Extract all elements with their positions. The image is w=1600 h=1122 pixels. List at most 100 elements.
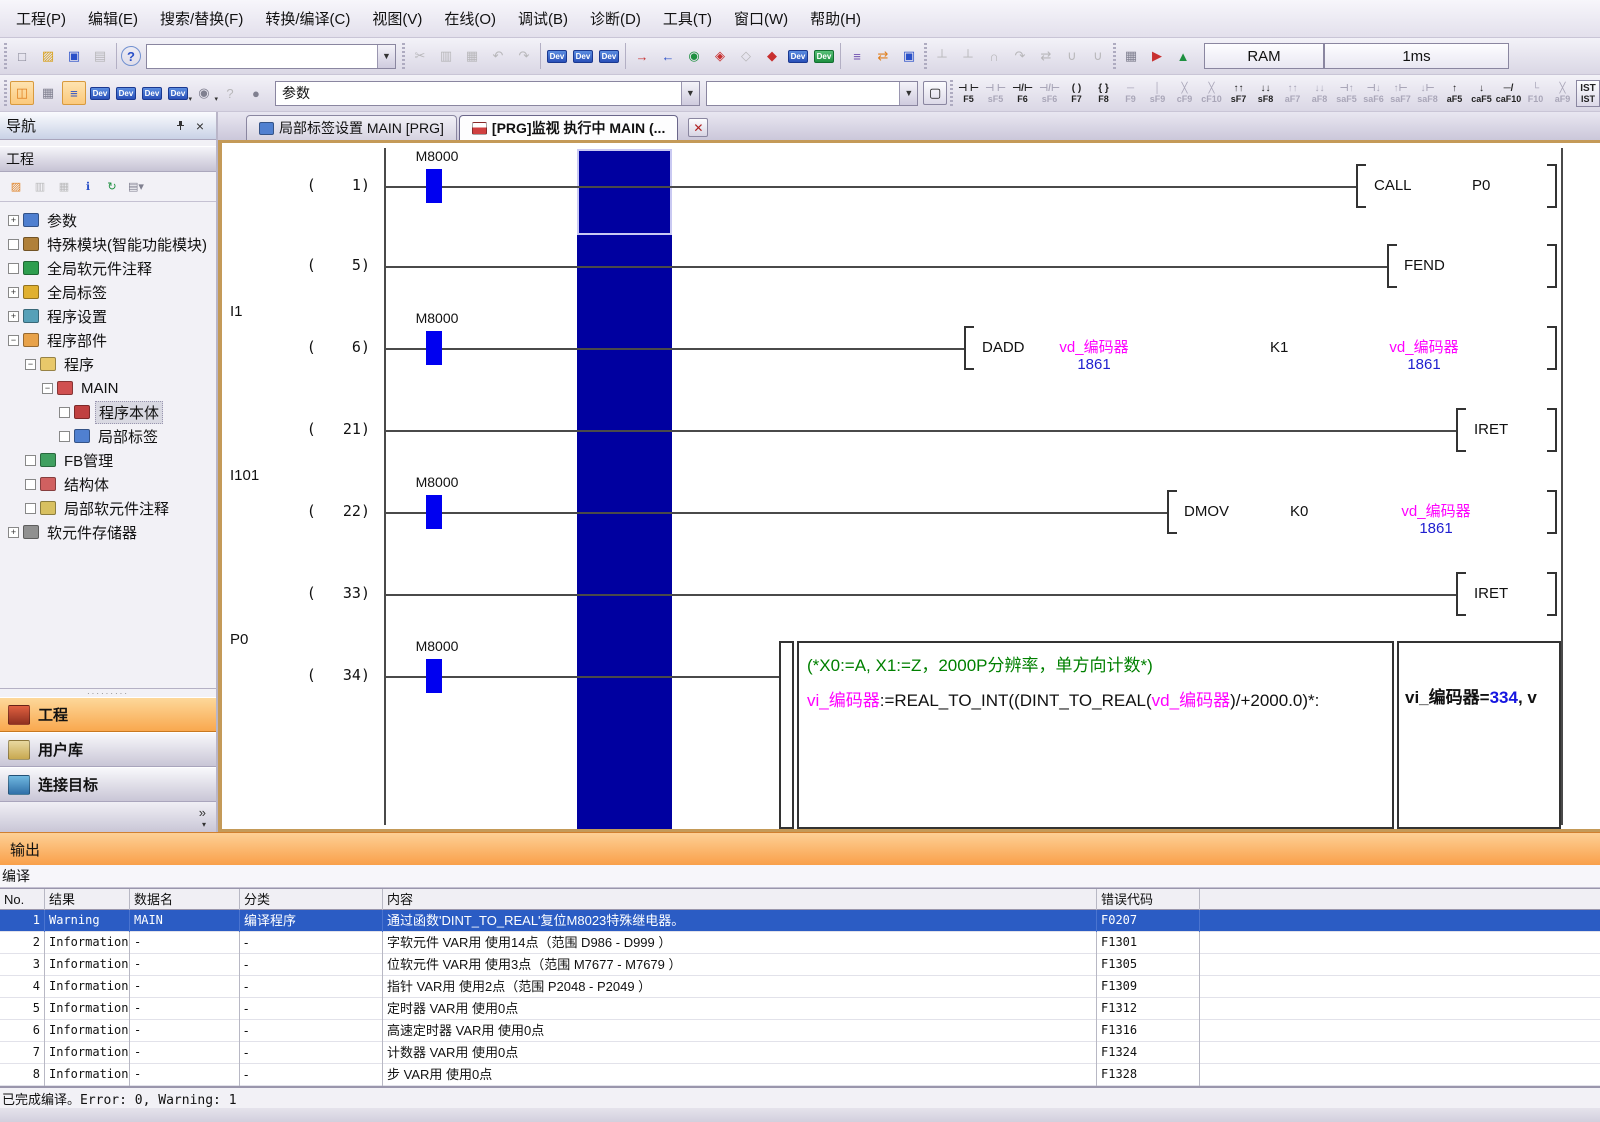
- toolbar-handle[interactable]: [924, 43, 927, 69]
- nav-refresh-button[interactable]: ↻: [101, 176, 123, 198]
- entry-data-monitor-button[interactable]: ◇: [734, 44, 758, 68]
- fkey-button[interactable]: ⊣ ⊢ sF5: [982, 78, 1009, 109]
- nav-copy-button[interactable]: ▥: [29, 176, 51, 198]
- nav-button-connection[interactable]: 连接目标: [0, 767, 216, 802]
- fkey-button[interactable]: ─/ caF10: [1495, 78, 1522, 109]
- contact-m8000[interactable]: [426, 659, 442, 693]
- tree-item-program-setting[interactable]: + 程序设置: [0, 304, 216, 328]
- table-row[interactable]: 2 Information - - 字软元件 VAR用 使用14点（范围 D98…: [0, 932, 1600, 954]
- toolbar-handle[interactable]: [402, 43, 405, 69]
- tree-expander[interactable]: +: [8, 215, 19, 226]
- simulation-start-button[interactable]: ▶: [1145, 44, 1169, 68]
- menu-item[interactable]: 编辑(E): [78, 4, 148, 33]
- column-header[interactable]: 结果: [45, 889, 130, 911]
- monitor-start-button[interactable]: ◉: [682, 44, 706, 68]
- menu-item[interactable]: 窗口(W): [724, 4, 798, 33]
- menu-item[interactable]: 工程(P): [6, 4, 76, 33]
- tree-expander[interactable]: +: [8, 311, 19, 322]
- table-row[interactable]: 4 Information - - 指针 VAR用 使用2点（范围 P2048 …: [0, 976, 1600, 998]
- menu-item[interactable]: 工具(T): [653, 4, 722, 33]
- tree-item-fb-management[interactable]: FB管理: [0, 448, 216, 472]
- tree-expander[interactable]: [25, 479, 36, 490]
- device-display-button[interactable]: Dev▾: [166, 81, 190, 105]
- fkey-button[interactable]: ( ) F7: [1063, 78, 1090, 109]
- fkey-button[interactable]: ╳ aF9: [1549, 78, 1576, 109]
- upload-button[interactable]: ←: [656, 44, 680, 68]
- tree-expander[interactable]: −: [25, 359, 36, 370]
- output-panel-header[interactable]: 输出: [0, 832, 1600, 865]
- device-combobox[interactable]: ▼: [706, 81, 919, 106]
- fkey-button[interactable]: ↑↑ sF7: [1225, 78, 1252, 109]
- toolbar-handle[interactable]: [4, 43, 7, 69]
- inline-st-box[interactable]: (*X0:=A, X1:=Z，2000P分辨率，单方向计数*) vi_编码器:=…: [797, 641, 1394, 829]
- fkey-button[interactable]: IST IST: [1576, 80, 1600, 107]
- fkey-button[interactable]: │ sF9: [1144, 78, 1171, 109]
- fkey-button[interactable]: ↓↓ sF8: [1252, 78, 1279, 109]
- nav-button-project[interactable]: 工程: [0, 697, 216, 732]
- print-button[interactable]: ▤: [88, 44, 112, 68]
- toolbar-handle[interactable]: [1113, 43, 1116, 69]
- nav-button-user-library[interactable]: 用户库: [0, 732, 216, 767]
- list-view-button[interactable]: ≡: [62, 81, 86, 105]
- ladder-edit-read-button[interactable]: ┴: [930, 44, 954, 68]
- find-zoom-button[interactable]: ◉▾: [192, 81, 216, 105]
- panel-splitter[interactable]: ·········: [0, 689, 216, 697]
- fkey-button[interactable]: { } F8: [1090, 78, 1117, 109]
- read-from-plc-button[interactable]: Dev: [571, 44, 595, 68]
- tree-item-local-label[interactable]: 局部标签: [0, 424, 216, 448]
- cut-button[interactable]: ✂: [408, 44, 432, 68]
- undo-button[interactable]: ↶: [486, 44, 510, 68]
- ladder-swap-button[interactable]: ⇄: [1034, 44, 1058, 68]
- menu-item[interactable]: 转换/编译(C): [255, 4, 360, 33]
- table-row[interactable]: 5 Information - - 定时器 VAR用 使用0点 F1312: [0, 998, 1600, 1020]
- tree-item-main[interactable]: − MAIN: [0, 376, 216, 400]
- connection-monitor-button[interactable]: ▣: [897, 44, 921, 68]
- fkey-button[interactable]: ↓ caF5: [1468, 78, 1495, 109]
- copy-button[interactable]: ▥: [434, 44, 458, 68]
- remote-operation-button[interactable]: ≡: [845, 44, 869, 68]
- save-project-button[interactable]: ▣: [62, 44, 86, 68]
- combo-arrow-icon[interactable]: ▼: [681, 82, 699, 105]
- menu-item[interactable]: 诊断(D): [580, 4, 651, 33]
- watch-window-1-button[interactable]: Dev: [786, 44, 810, 68]
- column-header[interactable]: No.: [0, 889, 45, 911]
- jump-combobox[interactable]: ▼: [146, 44, 396, 69]
- combo-arrow-icon[interactable]: ▼: [377, 45, 395, 68]
- paste-button[interactable]: ▦: [460, 44, 484, 68]
- fkey-button[interactable]: ╳ cF9: [1171, 78, 1198, 109]
- fkey-button[interactable]: └ F10: [1522, 78, 1549, 109]
- tab-local-label-setting[interactable]: 局部标签设置 MAIN [PRG]: [246, 115, 457, 140]
- tree-item-special-module[interactable]: 特殊模块(智能功能模块): [0, 232, 216, 256]
- tree-expander[interactable]: −: [42, 383, 53, 394]
- device-comment-display-button[interactable]: Dev: [88, 81, 112, 105]
- fkey-button[interactable]: ↓↓ aF8: [1306, 78, 1333, 109]
- close-icon[interactable]: ×: [190, 116, 210, 136]
- menu-item[interactable]: 在线(O): [434, 4, 506, 33]
- menu-item[interactable]: 搜索/替换(F): [150, 4, 253, 33]
- menu-item[interactable]: 帮助(H): [800, 4, 871, 33]
- menu-item[interactable]: 调试(B): [508, 4, 578, 33]
- tree-item-parameter[interactable]: + 参数: [0, 208, 216, 232]
- fkey-button[interactable]: ↑ aF5: [1441, 78, 1468, 109]
- tree-expander[interactable]: [8, 239, 19, 250]
- ladder-canvas[interactable]: ( 1) ( 5) ( 6) ( 21) ( 22) ( 33) ( 34) I…: [218, 140, 1600, 832]
- tree-item-program-body[interactable]: 程序本体: [0, 400, 216, 424]
- table-row[interactable]: 3 Information - - 位软元件 VAR用 使用3点（范围 M767…: [0, 954, 1600, 976]
- nav-paste-button[interactable]: ▦: [53, 176, 75, 198]
- tree-item-program-parts[interactable]: − 程序部件: [0, 328, 216, 352]
- compile-tab[interactable]: 编译: [0, 865, 1600, 888]
- program-check-button[interactable]: ▢: [923, 81, 947, 105]
- tree-expander[interactable]: [25, 455, 36, 466]
- tree-item-device-memory[interactable]: + 软元件存储器: [0, 520, 216, 544]
- fkey-button[interactable]: ↓⊢ saF8: [1414, 78, 1441, 109]
- help-button-2[interactable]: ?: [218, 81, 242, 105]
- watch-window-2-button[interactable]: Dev: [812, 44, 836, 68]
- instruction-iret[interactable]: IRET: [1474, 421, 1508, 438]
- tree-item-global-label[interactable]: + 全局标签: [0, 280, 216, 304]
- statement-display-button[interactable]: Dev: [114, 81, 138, 105]
- nav-more-button[interactable]: »▾: [0, 802, 216, 832]
- help-button[interactable]: ?: [121, 46, 141, 66]
- fkey-button[interactable]: ╳ cF10: [1198, 78, 1225, 109]
- column-header[interactable]: 分类: [240, 889, 383, 911]
- tree-expander[interactable]: [25, 503, 36, 514]
